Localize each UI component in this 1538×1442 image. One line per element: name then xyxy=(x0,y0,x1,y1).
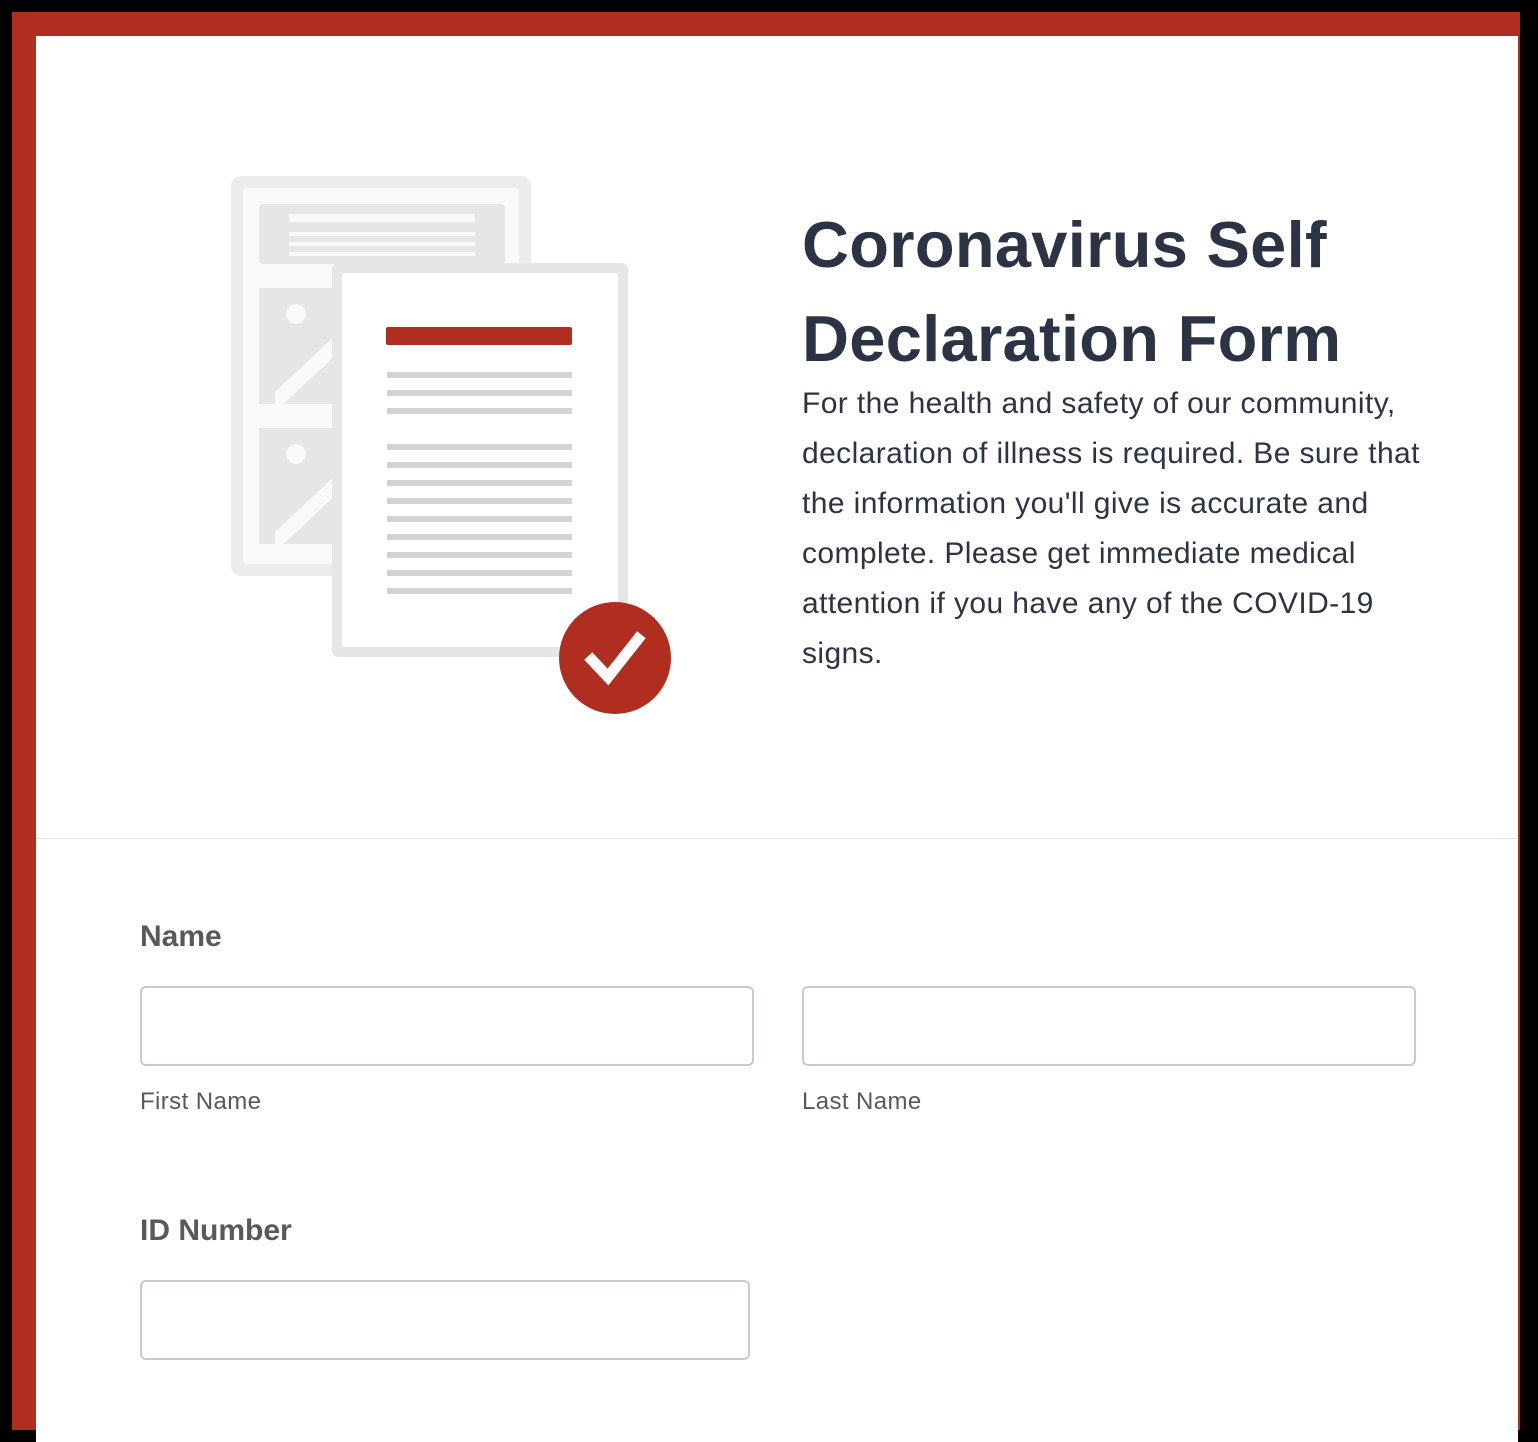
form-border-frame: Coronavirus Self Declaration Form For th… xyxy=(12,12,1520,1442)
form-title: Coronavirus Self Declaration Form xyxy=(802,208,1342,375)
form-card: Coronavirus Self Declaration Form For th… xyxy=(36,36,1518,1442)
form-description: For the health and safety of our communi… xyxy=(802,387,1420,670)
first-name-sublabel: First Name xyxy=(140,1088,262,1115)
section-divider xyxy=(36,838,1518,839)
id-number-input[interactable] xyxy=(140,1280,750,1360)
last-name-sublabel: Last Name xyxy=(802,1088,922,1115)
documents-illustration-icon xyxy=(231,176,671,714)
last-name-input[interactable] xyxy=(802,986,1416,1066)
id-number-field-label: ID Number xyxy=(140,1214,292,1247)
name-field-label: Name xyxy=(140,920,222,953)
first-name-input[interactable] xyxy=(140,986,754,1066)
